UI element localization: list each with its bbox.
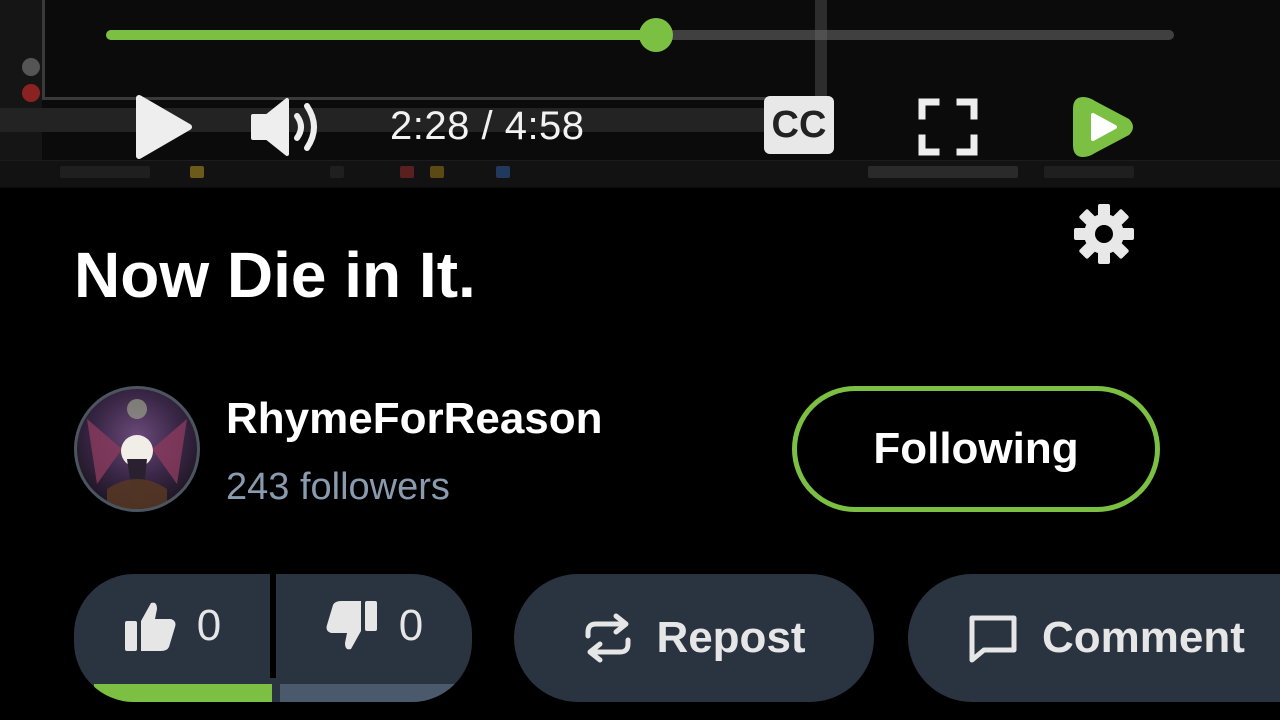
like-button[interactable]: 0 <box>74 574 270 678</box>
channel-avatar[interactable] <box>74 386 200 512</box>
time-display: 2:28 / 4:58 <box>390 104 585 148</box>
seek-bar-played <box>106 30 657 40</box>
video-title: Now Die in It. <box>74 239 476 311</box>
repost-label: Repost <box>656 613 806 662</box>
fullscreen-icon <box>918 98 978 156</box>
like-count: 0 <box>196 601 222 650</box>
thumbs-down-icon <box>326 601 377 650</box>
gear-icon <box>1074 204 1134 264</box>
avatar-image <box>87 399 187 509</box>
like-ratio-bar <box>94 684 272 702</box>
video-player[interactable]: 2:28 / 4:58 CC <box>0 0 1280 188</box>
seek-bar[interactable] <box>106 18 1174 52</box>
settings-button[interactable] <box>1070 200 1138 268</box>
seek-handle[interactable] <box>639 18 674 52</box>
repost-icon <box>585 613 631 663</box>
rumble-button[interactable] <box>1068 90 1140 164</box>
fullscreen-button[interactable] <box>916 96 980 158</box>
dislike-button[interactable]: 0 <box>276 574 472 678</box>
play-button[interactable] <box>130 92 196 162</box>
follower-count: 243 followers <box>226 466 450 508</box>
captions-button[interactable]: CC <box>764 96 834 154</box>
comment-icon <box>969 615 1017 663</box>
following-button[interactable]: Following <box>792 386 1160 512</box>
vote-group: 0 0 <box>74 574 472 702</box>
rumble-logo-icon <box>1073 97 1133 157</box>
comment-button[interactable]: Comment <box>908 574 1280 702</box>
volume-icon <box>251 98 317 156</box>
dislike-ratio-bar <box>280 684 454 702</box>
channel-name[interactable]: RhymeForReason <box>226 394 603 444</box>
dislike-count: 0 <box>398 601 424 650</box>
repost-button[interactable]: Repost <box>514 574 874 702</box>
play-icon <box>136 95 192 159</box>
volume-button[interactable] <box>248 94 324 160</box>
comment-label: Comment <box>1042 613 1245 662</box>
thumbs-up-icon <box>124 602 176 651</box>
